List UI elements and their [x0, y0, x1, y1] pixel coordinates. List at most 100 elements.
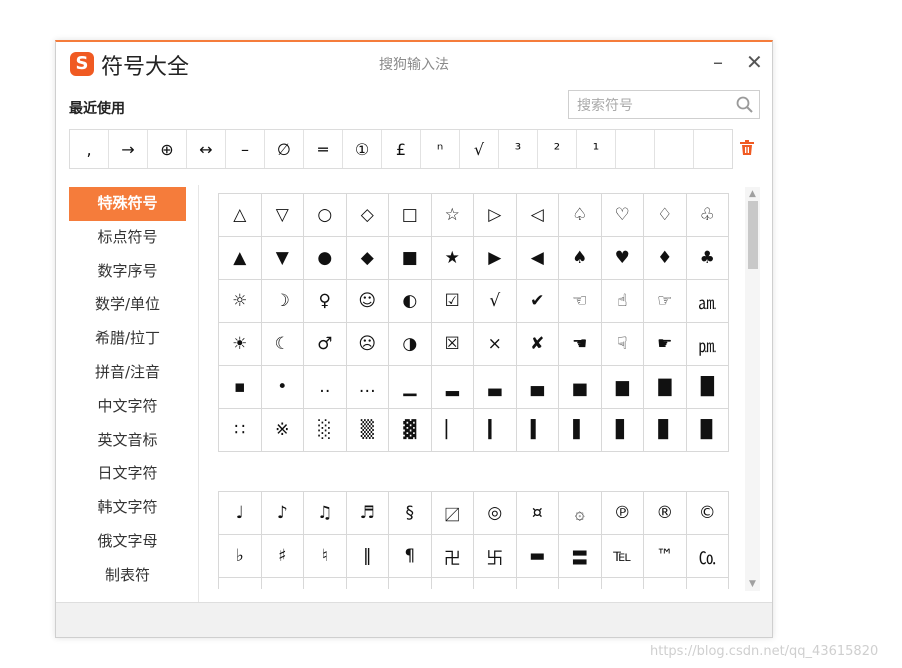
symbol-cell[interactable]: …	[346, 366, 389, 409]
recent-symbol-cell[interactable]	[694, 130, 732, 168]
symbol-cell[interactable]: ♦	[644, 237, 687, 280]
symbol-cell[interactable]: ♩	[219, 492, 262, 535]
symbol-cell[interactable]: ◁	[516, 194, 559, 237]
symbol-cell[interactable]: ×	[474, 323, 517, 366]
recent-symbol-cell[interactable]	[616, 130, 655, 168]
symbol-cell[interactable]: √	[474, 280, 517, 323]
symbol-cell[interactable]: ☾	[261, 323, 304, 366]
symbol-cell[interactable]: ✔	[516, 280, 559, 323]
symbol-cell[interactable]: ▆	[601, 366, 644, 409]
symbol-cell[interactable]: ☟	[601, 323, 644, 366]
symbol-cell[interactable]	[602, 578, 644, 589]
sidebar-item[interactable]: 日文字符	[69, 457, 186, 491]
symbol-cell[interactable]: ㏘	[686, 323, 729, 366]
symbol-cell[interactable]: ☒	[431, 323, 474, 366]
symbol-cell[interactable]: ☀	[219, 323, 262, 366]
symbol-cell[interactable]: ▊	[644, 409, 687, 452]
symbol-cell[interactable]: ▃	[474, 366, 517, 409]
recent-symbol-cell[interactable]: √	[460, 130, 499, 168]
symbol-cell[interactable]	[262, 578, 304, 589]
symbol-cell[interactable]: ◎	[474, 492, 517, 535]
sidebar-item[interactable]: 特殊符号	[69, 187, 186, 221]
symbol-cell[interactable]: ☜	[559, 280, 602, 323]
symbol-cell[interactable]: ♣	[686, 237, 729, 280]
symbol-cell[interactable]: ¶	[389, 535, 432, 578]
recent-symbol-cell[interactable]: ⁿ	[421, 130, 460, 168]
scrollbar[interactable]: ▲ ▼	[745, 187, 760, 591]
recent-symbol-cell[interactable]: ═	[304, 130, 343, 168]
symbol-cell[interactable]	[559, 578, 602, 589]
recent-symbol-cell[interactable]: ↔	[187, 130, 226, 168]
symbol-cell[interactable]: ▼	[261, 237, 304, 280]
symbol-cell[interactable]: ㏂	[686, 280, 729, 323]
symbol-cell[interactable]: ▍	[516, 409, 559, 452]
recent-symbol-cell[interactable]: ²	[538, 130, 577, 168]
trash-icon[interactable]	[737, 138, 757, 158]
recent-symbol-cell[interactable]: ∅	[265, 130, 304, 168]
symbol-cell[interactable]: ▏	[431, 409, 474, 452]
symbol-cell[interactable]: ☽	[261, 280, 304, 323]
symbol-cell[interactable]: ♤	[559, 194, 602, 237]
search-input[interactable]	[575, 95, 739, 117]
recent-symbol-cell[interactable]: ⊕	[148, 130, 187, 168]
sidebar-item[interactable]: 俄文字母	[69, 525, 186, 559]
symbol-cell[interactable]: ▋	[601, 409, 644, 452]
symbol-cell[interactable]: ☹	[346, 323, 389, 366]
symbol-cell[interactable]: ★	[431, 237, 474, 280]
symbol-cell[interactable]: ‖	[346, 535, 389, 578]
symbol-cell[interactable]	[432, 578, 474, 589]
symbol-cell[interactable]: ▌	[559, 409, 602, 452]
sidebar-item[interactable]: 制表符	[69, 559, 186, 593]
symbol-cell[interactable]: ■	[389, 237, 432, 280]
symbol-cell[interactable]: ♥	[601, 237, 644, 280]
symbol-cell[interactable]: ▉	[686, 409, 729, 452]
recent-symbol-cell[interactable]	[655, 130, 694, 168]
symbol-cell[interactable]: ◑	[389, 323, 432, 366]
close-button[interactable]: ✕	[746, 50, 763, 74]
symbol-cell[interactable]	[517, 578, 559, 589]
recent-symbol-cell[interactable]: ,	[70, 130, 109, 168]
symbol-cell[interactable]: ♮	[304, 535, 347, 578]
search-icon[interactable]	[735, 95, 755, 115]
symbol-cell[interactable]: ▓	[389, 409, 432, 452]
sidebar-item[interactable]: 数字序号	[69, 255, 186, 289]
recent-symbol-cell[interactable]: →	[109, 130, 148, 168]
recent-symbol-cell[interactable]: ¹	[577, 130, 616, 168]
symbol-cell[interactable]: ○	[304, 194, 347, 237]
symbol-cell[interactable]: ▪	[219, 366, 262, 409]
symbol-cell[interactable]: ☝	[601, 280, 644, 323]
symbol-cell[interactable]: ▲	[219, 237, 262, 280]
symbol-cell[interactable]: ✘	[516, 323, 559, 366]
symbol-cell[interactable]: △	[219, 194, 262, 237]
symbol-cell[interactable]: ۞	[559, 492, 602, 535]
symbol-cell[interactable]: ♠	[559, 237, 602, 280]
symbol-cell[interactable]	[389, 578, 432, 589]
symbol-cell[interactable]: 〓	[559, 535, 602, 578]
symbol-cell[interactable]: ©	[686, 492, 729, 535]
symbol-cell[interactable]: ♪	[261, 492, 304, 535]
recent-symbol-cell[interactable]: ³	[499, 130, 538, 168]
symbol-cell[interactable]: ‥	[304, 366, 347, 409]
symbol-cell[interactable]: █	[686, 366, 729, 409]
sidebar-item[interactable]: 英文音标	[69, 424, 186, 458]
recent-symbol-cell[interactable]: ①	[343, 130, 382, 168]
symbol-cell[interactable]: 卍	[431, 535, 474, 578]
symbol-cell[interactable]: ▄	[516, 366, 559, 409]
symbol-cell[interactable]: 卐	[474, 535, 517, 578]
scroll-up-arrow-icon[interactable]: ▲	[745, 187, 760, 201]
symbol-cell[interactable]: ♬	[346, 492, 389, 535]
recent-symbol-cell[interactable]: –	[226, 130, 265, 168]
symbol-cell[interactable]: ▬	[516, 535, 559, 578]
symbol-cell[interactable]: §	[389, 492, 432, 535]
symbol-cell[interactable]	[474, 578, 517, 589]
symbol-cell[interactable]: ☚	[559, 323, 602, 366]
symbol-cell[interactable]: ☆	[431, 194, 474, 237]
symbol-cell[interactable]: ◀	[516, 237, 559, 280]
symbol-cell[interactable]: 〼	[431, 492, 474, 535]
symbol-cell[interactable]: ♯	[261, 535, 304, 578]
sidebar-item[interactable]: 标点符号	[69, 221, 186, 255]
symbol-cell[interactable]: ▇	[644, 366, 687, 409]
symbol-cell[interactable]: ®	[644, 492, 687, 535]
scroll-thumb[interactable]	[748, 201, 758, 269]
symbol-cell[interactable]: ♀	[304, 280, 347, 323]
